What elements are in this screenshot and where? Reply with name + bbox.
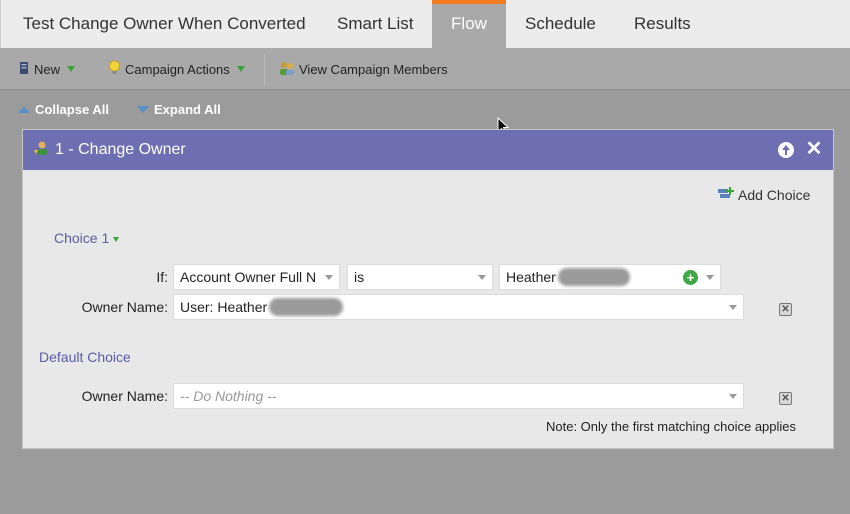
expand-all-label: Expand All [154,101,221,117]
chevron-down-icon [113,236,120,242]
new-button-label: New [34,61,61,77]
chevron-down-icon [706,275,714,280]
tab-flow-label: Flow [451,14,487,33]
choice-operator-value: is [354,269,365,285]
view-members-label: View Campaign Members [299,61,448,77]
collapse-all-label: Collapse All [35,101,109,117]
redacted-text [557,268,630,286]
lightbulb-icon [108,60,121,79]
choice-attribute-value: Account Owner Full N [180,269,317,285]
add-value-icon[interactable]: + [683,270,698,285]
expand-icon [137,105,149,113]
move-up-icon[interactable] [778,142,794,158]
toolbar-divider [264,54,265,86]
choice-owner-value: User: Heather [180,299,268,315]
redacted-text [269,298,344,316]
delete-choice-icon[interactable]: ✕ [779,303,792,316]
tab-flow[interactable]: Flow [432,0,506,48]
collapse-all-button[interactable]: Collapse All [18,99,109,119]
owner-name-label: Owner Name: [81,299,168,315]
chevron-down-icon [67,66,76,72]
default-owner-select[interactable]: -- Do Nothing -- [173,383,744,409]
delete-default-choice-icon[interactable]: ✕ [779,392,792,405]
choice-value-text: Heather [506,269,556,285]
matching-note: Note: Only the first matching choice app… [546,419,797,434]
choice-value-input[interactable]: Heather + [499,264,721,290]
toolbar: New Campaign Actions View Campaign Membe… [0,48,850,90]
choice-operator-select[interactable]: is [347,264,493,290]
tab-schedule[interactable]: Schedule [525,0,596,48]
chevron-down-icon [236,66,245,72]
flow-step-title: 1 - Change Owner [55,141,186,158]
chevron-down-icon [325,275,333,280]
active-tab-indicator [432,0,506,4]
campaign-actions-label: Campaign Actions [125,61,230,77]
app-root: Test Change Owner When Converted Smart L… [0,0,850,514]
if-label: If: [156,269,168,285]
new-document-icon [18,61,30,78]
choice-attribute-select[interactable]: Account Owner Full N [173,264,340,290]
expand-all-button[interactable]: Expand All [137,99,221,119]
collapse-icon [18,105,30,113]
choice-1-label: Choice 1 [54,230,110,246]
chevron-down-icon [478,275,486,280]
add-choice-label: Add Choice [738,186,811,203]
flow-step-header: 1 - Change Owner ✕ [23,130,833,170]
tab-smart-list[interactable]: Smart List [337,0,414,48]
add-choice-button[interactable]: Add Choice [717,186,810,203]
add-choice-icon [717,186,735,203]
change-owner-icon [33,140,49,161]
people-icon [279,60,295,79]
default-choice-label: Default Choice [39,349,131,365]
tab-results[interactable]: Results [634,0,691,48]
default-owner-name-label: Owner Name: [81,388,168,404]
new-button[interactable]: New [18,48,76,90]
tab-bar: Test Change Owner When Converted Smart L… [0,0,850,48]
choice-1-menu[interactable]: Choice 1 [54,230,120,246]
chevron-down-icon [729,394,737,399]
choice-owner-select[interactable]: User: Heather [173,294,744,320]
view-campaign-members-button[interactable]: View Campaign Members [279,48,448,90]
chevron-down-icon [729,305,737,310]
default-owner-placeholder: -- Do Nothing -- [180,388,277,404]
tab-campaign-name[interactable]: Test Change Owner When Converted [23,0,306,48]
flow-step-panel: 1 - Change Owner ✕ Add Choice Choice 1 I… [22,129,834,449]
campaign-actions-button[interactable]: Campaign Actions [108,48,245,90]
close-icon[interactable]: ✕ [803,138,825,160]
